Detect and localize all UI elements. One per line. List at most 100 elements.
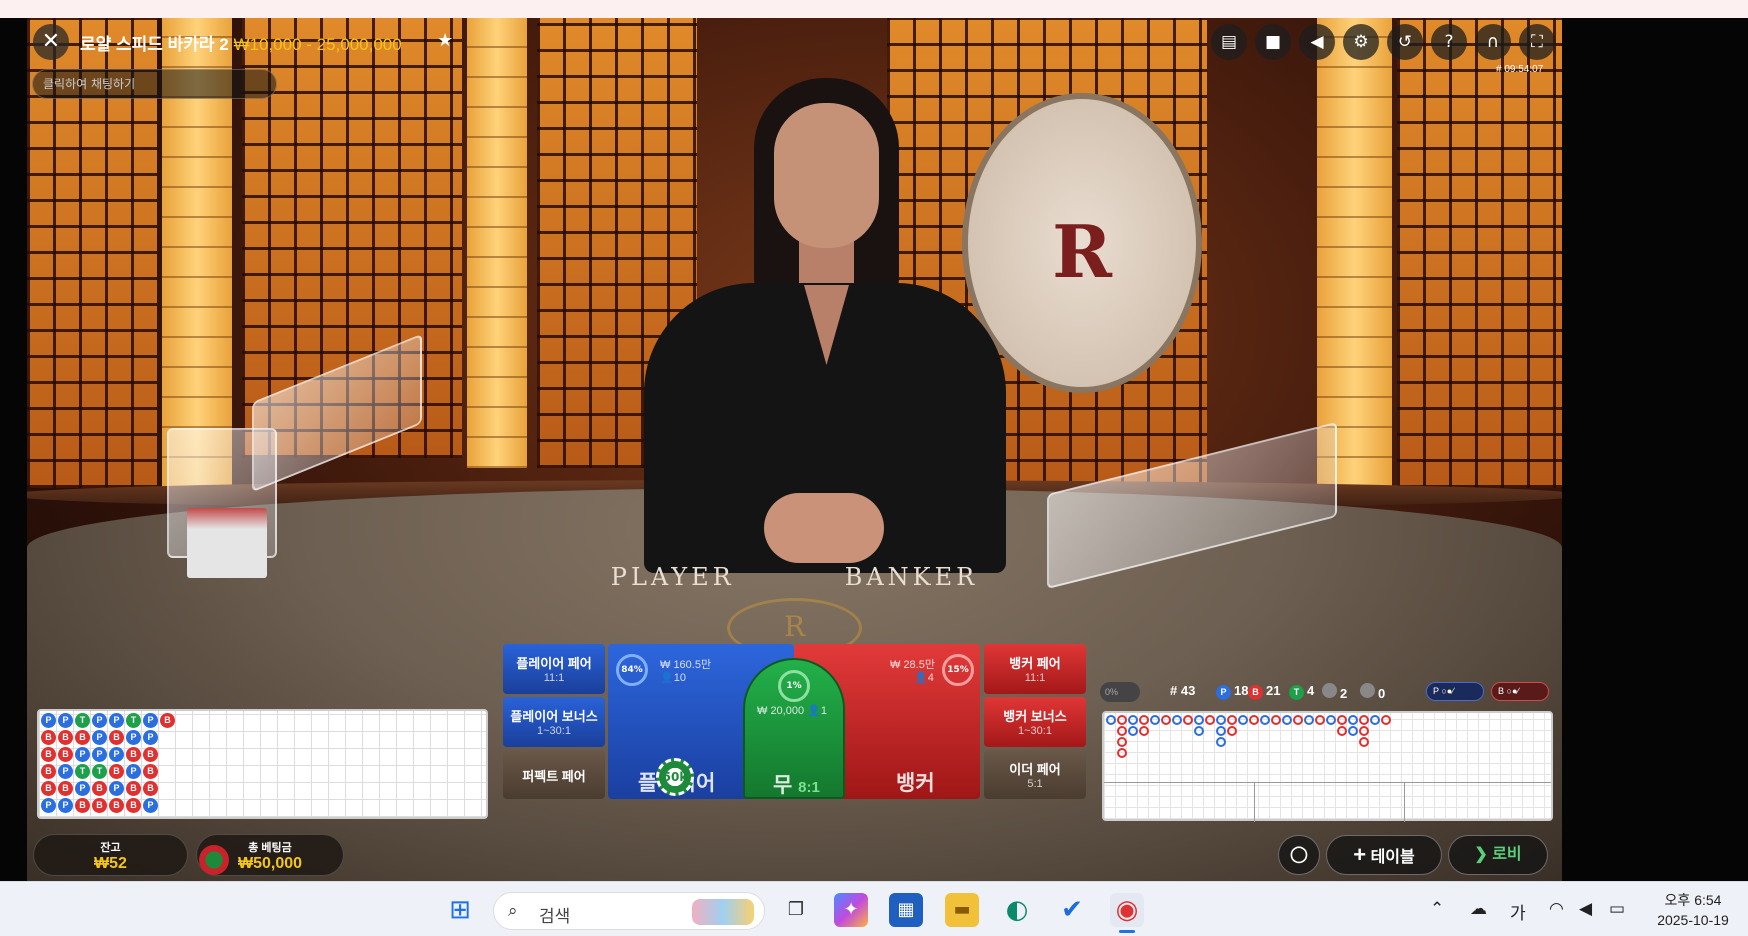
speech-bubble-icon: ◯ (1290, 846, 1308, 863)
banker-bonus-label: 뱅커 보너스 (1003, 709, 1067, 724)
speaker-icon[interactable]: ◀ (1299, 24, 1335, 60)
todo-icon[interactable]: ✔ (1055, 893, 1089, 927)
add-table-button[interactable]: + 테이블 (1326, 835, 1442, 875)
headset-icon[interactable]: ∩ (1475, 24, 1511, 60)
wifi-icon[interactable]: ◠ (1549, 899, 1564, 919)
task-view-icon[interactable]: ❐ (779, 893, 813, 927)
bead-p: P (126, 764, 141, 779)
store-icon[interactable]: ▦ (889, 893, 923, 927)
bead-p: P (143, 713, 158, 728)
player-pair-bet[interactable]: 플레이어 페어 11:1 (503, 644, 605, 694)
bead-road[interactable]: PBBBBPPBBPBPTBPTPBPPPTBBPBPBPBTPBPBBPPBB… (37, 709, 488, 819)
chrome-icon[interactable]: ◉ (1110, 893, 1144, 927)
lobby-button[interactable]: ❯ 로비 (1448, 835, 1548, 875)
big-road-banker (1139, 726, 1149, 736)
ime-indicator[interactable]: 가 (1510, 899, 1526, 924)
ties: T4 (1289, 683, 1314, 700)
person-icon: 👤 (807, 705, 821, 717)
cloud-off-icon[interactable]: ☁ (1470, 899, 1487, 919)
player-ask-road[interactable]: P ○●∕ (1426, 682, 1484, 701)
bead-b: B (109, 764, 124, 779)
big-road-banker (1205, 715, 1215, 725)
star-icon[interactable]: ★ (437, 30, 453, 51)
taskbar-search[interactable]: ⌕ 검색 (493, 892, 765, 930)
player-pairs: 2 (1322, 683, 1347, 701)
plus-icon: + (1353, 842, 1367, 867)
banker-count: 👤4 (914, 672, 934, 684)
big-road-player (1216, 715, 1226, 725)
bead-p: P (41, 713, 56, 728)
table-name: 로얄 스피드 바카라 2 (80, 35, 229, 54)
bead-t: T (75, 713, 90, 728)
big-road-player (1238, 715, 1248, 725)
history-icon[interactable]: ↺ (1387, 24, 1423, 60)
copilot-icon[interactable]: ✦ (834, 893, 868, 927)
battery-icon[interactable]: ▭ (1609, 899, 1625, 919)
big-road-player (1216, 737, 1226, 747)
bead-p: P (75, 747, 90, 762)
person-icon: 👤 (914, 672, 928, 684)
volume-icon[interactable]: ◀ (1579, 899, 1592, 919)
tie-bet-area[interactable]: 1% ₩ 20,000 👤1 무 8:1 (743, 658, 845, 799)
big-road-banker (1271, 715, 1281, 725)
bead-b: B (92, 798, 107, 813)
either-pair-label: 이더 페어 (1009, 762, 1061, 777)
bet-chip: 50k (656, 758, 694, 796)
bead-b: B (75, 730, 90, 745)
windows-icon[interactable]: ⊞ (443, 893, 477, 927)
help-icon[interactable]: ? (1431, 24, 1467, 60)
chat-icon[interactable]: ▤ (1211, 24, 1247, 60)
bead-t: T (92, 764, 107, 779)
lattice-screen-far-right (1397, 18, 1562, 488)
table-limits: ₩10,000 - 25,000,000 (233, 35, 402, 54)
banker-bonus-bet[interactable]: 뱅커 보너스 1~30:1 (984, 697, 1086, 747)
bead-b: B (109, 798, 124, 813)
bead-t: T (126, 713, 141, 728)
banker-pair-label: 뱅커 페어 (1009, 656, 1061, 671)
player-bonus-bet[interactable]: 플레이어 보너스 1~30:1 (503, 697, 605, 747)
big-road-player (1304, 715, 1314, 725)
percentage-toggle[interactable]: 0% (1100, 682, 1140, 702)
bead-p: P (143, 730, 158, 745)
round-time: # 09:54:07 (1496, 64, 1544, 75)
lamp-pillar-right (1317, 18, 1392, 488)
edge-icon[interactable]: ◐ (1000, 893, 1034, 927)
clock-time: 오후 6:54 (1664, 892, 1722, 908)
fullscreen-icon[interactable]: ⛶ (1519, 24, 1555, 60)
video-icon[interactable]: ■ (1255, 24, 1291, 60)
letterbox-right (1562, 18, 1748, 881)
tie-amount: ₩ 20,000 👤1 (757, 705, 827, 717)
either-pair-bet[interactable]: 이더 페어 5:1 (984, 750, 1086, 799)
big-road-banker (1117, 715, 1127, 725)
big-road-player (1106, 715, 1116, 725)
bead-b: B (41, 730, 56, 745)
big-road[interactable] (1102, 711, 1553, 822)
active-app-indicator (1119, 930, 1135, 933)
chat-bubble-button[interactable]: ◯ (1278, 835, 1320, 875)
big-road-banker (1337, 726, 1347, 736)
search-placeholder: 검색 (539, 907, 571, 926)
bead-b: B (41, 747, 56, 762)
perfect-pair-bet[interactable]: 퍼펙트 페어 (503, 750, 605, 799)
taskbar-clock[interactable]: 오후 6:54 2025-10-19 (1648, 890, 1738, 930)
gear-icon[interactable]: ⚙ (1343, 24, 1379, 60)
chat-input[interactable]: 클릭하여 채팅하기 (32, 69, 277, 99)
chevron-up-icon[interactable]: ⌃ (1430, 899, 1444, 919)
table-text-player: PLAYER (610, 563, 735, 591)
big-road-player (1216, 726, 1226, 736)
folder-icon[interactable]: ▬ (945, 893, 979, 927)
round-number: # 43 (1170, 683, 1196, 698)
player-bonus-label: 플레이어 보너스 (510, 709, 598, 724)
banker-ask-road[interactable]: B ○●∕ (1491, 682, 1549, 701)
banker-pct-ring: 15% (942, 654, 974, 686)
banker-wins: B 21 (1248, 683, 1280, 700)
player-amount: ₩ 160.5만 (660, 659, 712, 671)
big-road-banker (1117, 726, 1127, 736)
big-road-banker (1293, 715, 1303, 725)
balance-label: 잔고 (100, 842, 121, 854)
banker-pair-bet[interactable]: 뱅커 페어 11:1 (984, 644, 1086, 694)
big-road-player (1128, 726, 1138, 736)
big-road-banker (1139, 715, 1149, 725)
close-button[interactable]: ✕ (33, 24, 69, 60)
bead-p: P (92, 713, 107, 728)
